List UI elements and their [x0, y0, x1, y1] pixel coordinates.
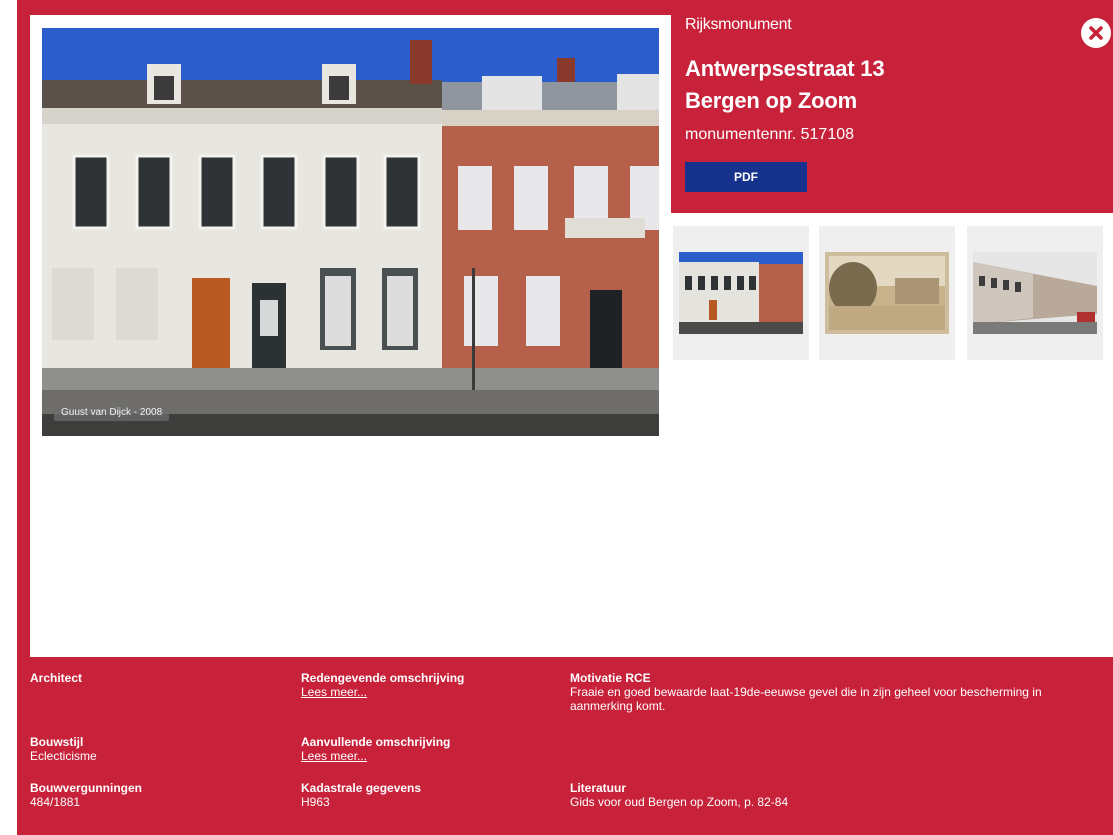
facade-illustration — [42, 28, 659, 436]
monument-number: monumentennr. 517108 — [685, 126, 855, 143]
monument-category: Rijksmonument — [685, 16, 792, 33]
detail-value: 484/1881 — [30, 795, 81, 809]
detail-value: Gids voor oud Bergen op Zoom, p. 82-84 — [570, 795, 789, 809]
thumb-street-facade[interactable] — [673, 226, 809, 360]
thumbnail-image — [679, 252, 803, 334]
close-icon — [1089, 26, 1103, 40]
monument-details: Architect Bouwstijl Eclecticisme Bouwver… — [17, 657, 1113, 835]
detail-label: Bouwstijl — [30, 735, 84, 749]
monument-header: Rijksmonument Antwerpsestraat 13 Bergen … — [671, 0, 1113, 213]
pdf-button[interactable]: PDF — [685, 162, 807, 192]
photo-credit: Guust van Dijck - 2008 — [54, 404, 170, 421]
detail-aanvullende: Aanvullende omschrijving Lees meer... — [301, 735, 450, 763]
close-button[interactable] — [1081, 18, 1111, 48]
detail-bouwvergunningen: Bouwvergunningen 484/1881 — [30, 781, 142, 809]
detail-redengevende: Redengevende omschrijving Lees meer... — [301, 671, 464, 699]
read-more-link[interactable]: Lees meer... — [301, 685, 464, 699]
monument-popup: Guust van Dijck - 2008 Rijksmonument Ant… — [17, 0, 1113, 835]
detail-value: Fraaie en goed bewaarde laat-19de-eeuwse… — [570, 685, 1042, 713]
title-street: Antwerpsestraat 13 — [685, 56, 885, 81]
page-title: Antwerpsestraat 13 Bergen op Zoom — [685, 53, 885, 117]
detail-label: Literatuur — [570, 781, 627, 795]
read-more-link[interactable]: Lees meer... — [301, 749, 450, 763]
detail-bouwstijl: Bouwstijl Eclecticisme — [30, 735, 97, 763]
detail-label: Aanvullende omschrijving — [301, 735, 451, 749]
detail-label: Kadastrale gegevens — [301, 781, 422, 795]
detail-architect: Architect — [30, 671, 82, 685]
title-city: Bergen op Zoom — [685, 88, 857, 113]
detail-kadastrale: Kadastrale gegevens H963 — [301, 781, 421, 809]
detail-label: Redengevende omschrijving — [301, 671, 465, 685]
detail-value: Eclecticisme — [30, 749, 97, 763]
thumb-street-perspective[interactable] — [967, 226, 1103, 360]
thumbnail-image — [825, 252, 949, 334]
detail-value: H963 — [301, 795, 330, 809]
thumb-historic-sepia[interactable] — [819, 226, 955, 360]
main-photo[interactable]: Guust van Dijck - 2008 — [42, 28, 659, 436]
detail-motivatie: Motivatie RCE Fraaie en goed bewaarde la… — [570, 671, 1070, 713]
detail-label: Bouwvergunningen — [30, 781, 142, 795]
thumbnail-image — [973, 252, 1097, 334]
detail-label: Architect — [30, 671, 83, 685]
detail-literatuur: Literatuur Gids voor oud Bergen op Zoom,… — [570, 781, 788, 809]
detail-label: Motivatie RCE — [570, 671, 651, 685]
